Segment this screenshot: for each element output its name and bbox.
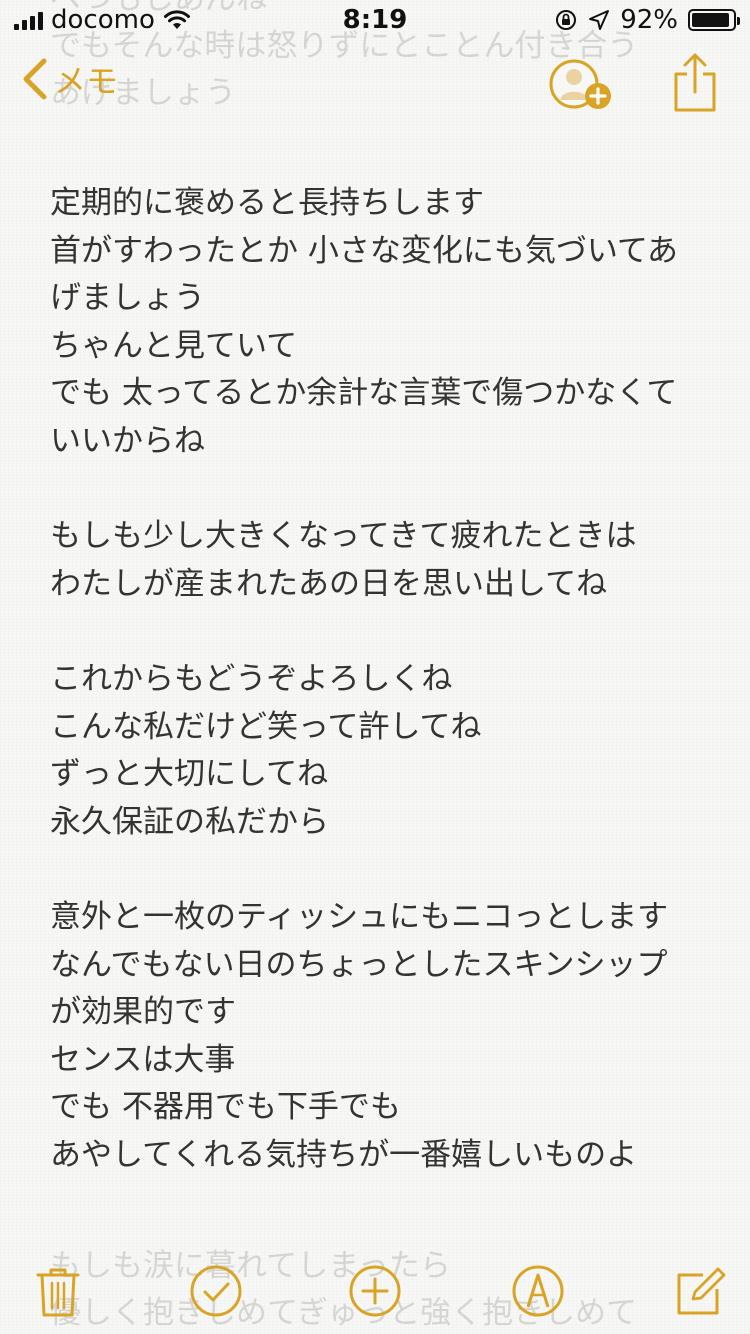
note-line: もしも少し大きくなってきて疲れたときは <box>50 518 637 555</box>
note-line: 首がすわったとか 小さな変化にも気づいてあ <box>50 232 678 269</box>
bottom-toolbar <box>0 1245 750 1334</box>
orientation-lock-icon <box>556 10 577 30</box>
battery-level-fill <box>692 13 729 27</box>
add-attachment-button[interactable] <box>347 1263 403 1319</box>
note-blank-line <box>50 846 710 894</box>
note-line: 永久保証の私だから <box>50 803 329 840</box>
status-right: 92% <box>554 5 740 35</box>
compose-note-button[interactable] <box>673 1263 729 1319</box>
note-line: わたしが産まれたあの日を思い出してね <box>50 565 608 602</box>
note-line: これからもどうぞよろしくね <box>50 660 453 697</box>
pen-circle-icon <box>512 1265 564 1317</box>
checkmark-circle-icon <box>190 1265 242 1317</box>
share-button[interactable] <box>670 50 720 114</box>
note-line: いいからね <box>50 422 205 459</box>
note-line: 定期的に褒めると長持ちします <box>50 185 484 221</box>
note-line: なんでもない日のちょっとしたスキンシップ <box>50 946 668 983</box>
status-bar: docomo 8:19 92% <box>0 0 750 40</box>
navigation-bar: メモ <box>0 40 750 130</box>
delete-button[interactable] <box>30 1263 86 1319</box>
battery-percent: 92% <box>620 5 678 35</box>
add-person-icon <box>549 59 611 109</box>
location-arrow-icon <box>589 10 610 30</box>
share-icon <box>674 53 716 112</box>
note-blank-line <box>50 466 710 514</box>
battery-icon <box>688 9 740 31</box>
sketch-button[interactable] <box>510 1263 566 1319</box>
note-line: センスは大事 <box>50 1041 236 1078</box>
note-line: でも 不器用でも下手でも <box>50 1089 401 1126</box>
back-button-label: メモ <box>54 62 119 100</box>
note-line: こんな私だけど笑って許してね <box>50 708 482 745</box>
compose-icon <box>677 1267 726 1315</box>
note-line: あやしてくれる気持ちが一番嬉しいものよ <box>50 1136 638 1173</box>
back-button[interactable]: メモ <box>20 56 118 102</box>
plus-circle-icon <box>349 1265 401 1317</box>
chevron-left-icon <box>23 58 47 100</box>
checklist-button[interactable] <box>188 1263 244 1319</box>
note-line: 意外と一枚のティッシュにもニコっとします <box>50 898 669 935</box>
trash-icon <box>36 1268 80 1317</box>
note-line: でも 太ってるとか余計な言葉で傷つかなくて <box>50 375 678 412</box>
note-line: げましょう <box>50 280 205 317</box>
note-blank-line <box>50 608 710 656</box>
note-line: ずっと大切にしてね <box>50 756 329 793</box>
note-body-text[interactable]: 定期的に褒めると長持ちします首がすわったとか 小さな変化にも気づいてあ げましょう… <box>50 180 710 1179</box>
note-line: が効果的です <box>50 994 236 1031</box>
add-person-button[interactable] <box>546 56 618 116</box>
note-line: ちゃんと見ていて <box>50 327 298 364</box>
